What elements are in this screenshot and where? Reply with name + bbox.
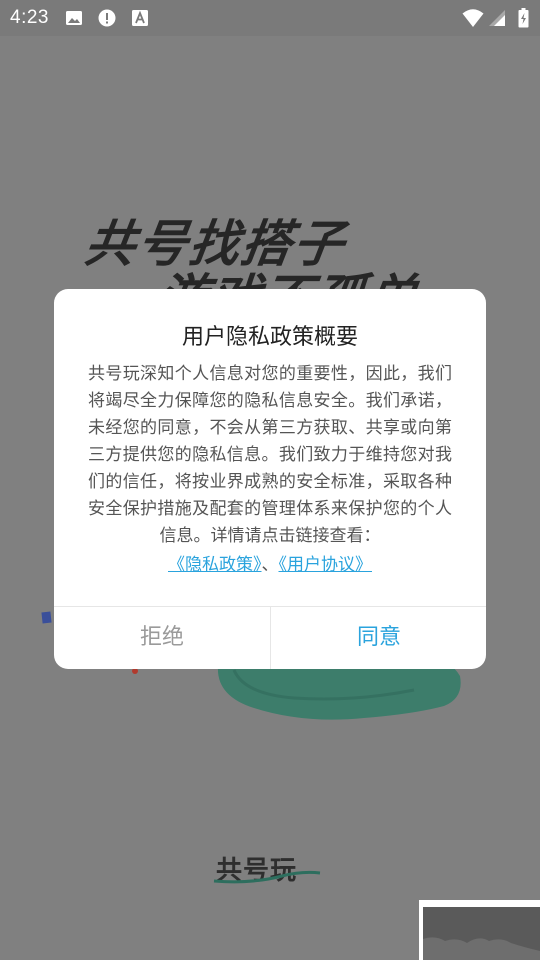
image-icon [65, 9, 83, 27]
screenshot-thumbnail[interactable] [419, 900, 540, 960]
battery-icon [518, 8, 529, 28]
font-icon [131, 9, 149, 27]
dialog-body-text: 共号玩深知个人信息对您的重要性，因此，我们将竭尽全力保障您的隐私信息安全。我们承… [88, 364, 452, 546]
flag-decoration [41, 611, 52, 624]
privacy-policy-link[interactable]: 《隐私政策》 [168, 555, 262, 575]
dialog-title: 用户隐私政策概要 [181, 325, 358, 350]
reject-button[interactable]: 拒绝 [54, 607, 270, 669]
logo-swoosh-icon [212, 870, 322, 884]
agree-button[interactable]: 同意 [271, 607, 486, 669]
link-separator: 、 [261, 555, 279, 575]
dialog-links: 《隐私政策》、《用户协议》 [54, 552, 486, 579]
alert-icon [98, 9, 116, 27]
user-agreement-link[interactable]: 《用户协议》 [279, 555, 373, 575]
privacy-dialog: 用户隐私政策概要 共号玩深知个人信息对您的重要性，因此，我们将竭尽全力保障您的隐… [54, 289, 486, 669]
signal-icon [488, 9, 506, 27]
thumbnail-image [423, 907, 540, 960]
status-bar: 4:23 [0, 0, 540, 36]
wifi-icon [462, 8, 484, 28]
status-time: 4:23 [10, 7, 49, 28]
